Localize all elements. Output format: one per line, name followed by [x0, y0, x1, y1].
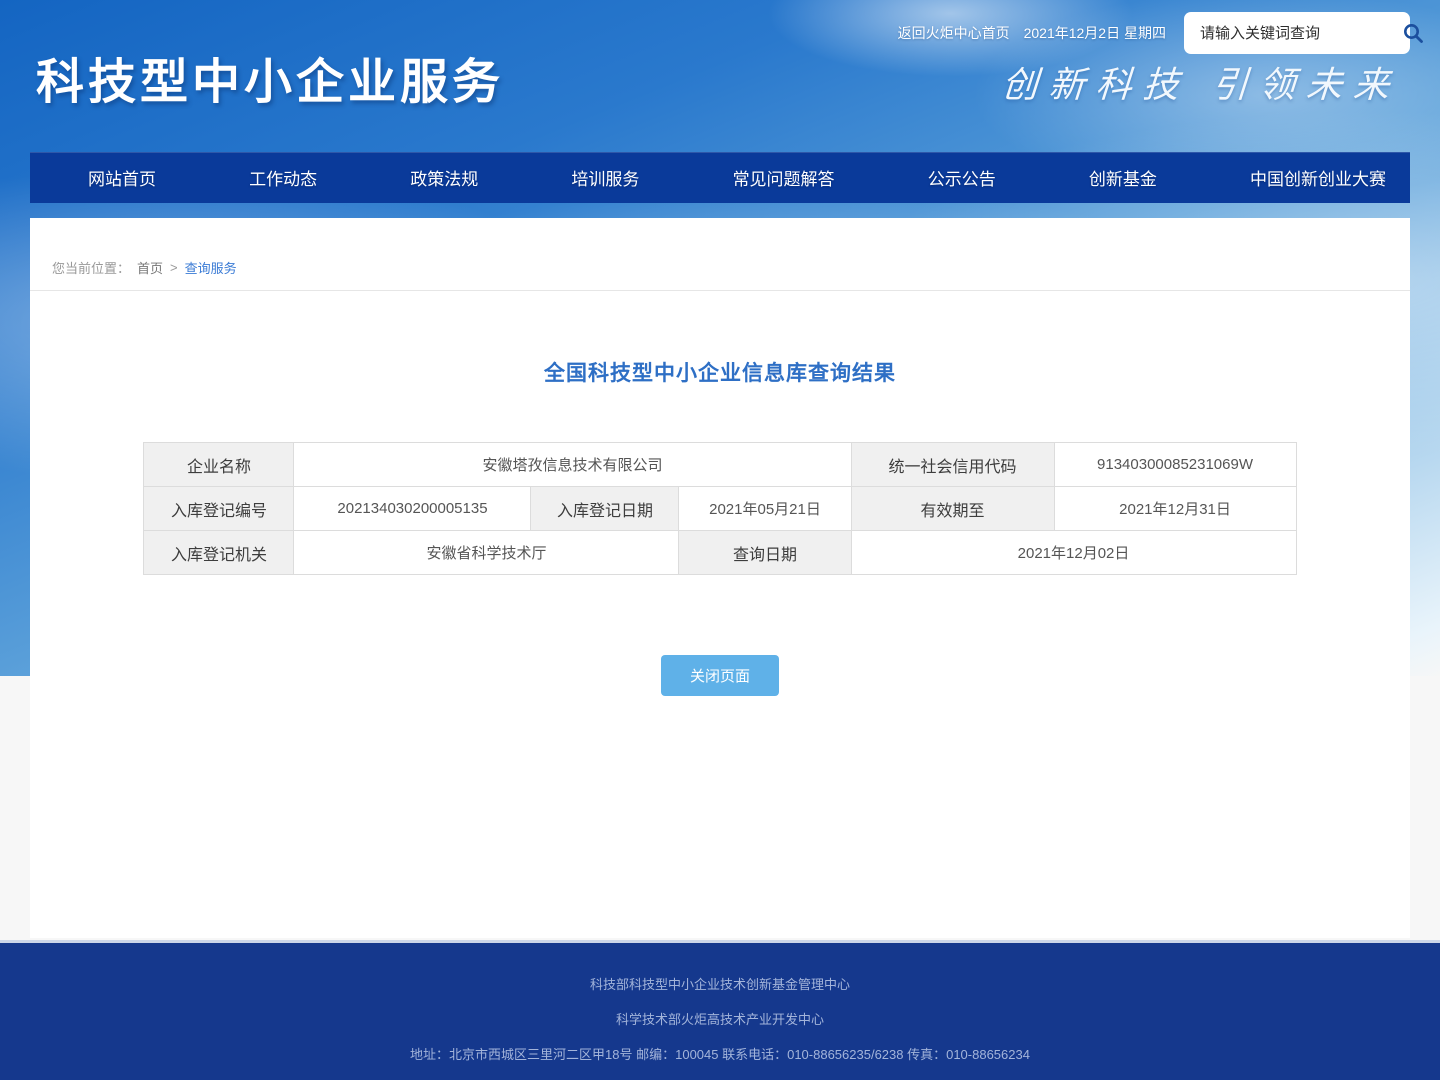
registration-number-label: 入库登记编号 [144, 487, 294, 531]
close-page-button[interactable]: 关闭页面 [661, 655, 779, 696]
table-row-authority: 入库登记机关 安徽省科学技术厅 查询日期 2021年12月02日 [144, 531, 1296, 575]
nav-item-policies[interactable]: 政策法规 [398, 165, 490, 190]
breadcrumb-current-link[interactable]: 查询服务 [185, 258, 237, 277]
top-links: 返回火炬中心首页 2021年12月2日 星期四 [898, 23, 1166, 43]
footer-org-line-2: 科学技术部火炬高技术产业开发中心 [0, 1009, 1440, 1028]
table-row-registration: 入库登记编号 202134030200005135 入库登记日期 2021年05… [144, 487, 1296, 531]
current-date: 2021年12月2日 星期四 [1024, 23, 1166, 43]
company-name-label: 企业名称 [144, 443, 294, 487]
registration-date-value: 2021年05月21日 [679, 487, 851, 531]
nav-item-home[interactable]: 网站首页 [76, 165, 168, 190]
footer-contact-line: 地址：北京市西城区三里河二区甲18号 邮编：100045 联系电话：010-88… [0, 1044, 1440, 1063]
main-navigation: 网站首页 工作动态 政策法规 培训服务 常见问题解答 公示公告 创新基金 中国创… [30, 152, 1410, 203]
registration-date-label: 入库登记日期 [531, 487, 679, 531]
magnifier-icon[interactable] [1401, 18, 1425, 48]
credit-code-label: 统一社会信用代码 [851, 443, 1054, 487]
query-result-table: 企业名称 安徽塔孜信息技术有限公司 统一社会信用代码 9134030008523… [143, 442, 1296, 575]
page: 科技型中小企业服务 返回火炬中心首页 2021年12月2日 星期四 [0, 0, 1440, 1080]
query-date-label: 查询日期 [679, 531, 851, 575]
breadcrumb: 您当前位置： 首页 > 查询服务 [30, 218, 1410, 291]
nav-item-announcements[interactable]: 公示公告 [916, 165, 1008, 190]
valid-until-value: 2021年12月31日 [1054, 487, 1296, 531]
nav-item-competition[interactable]: 中国创新创业大赛 [1238, 165, 1398, 190]
company-name-value: 安徽塔孜信息技术有限公司 [294, 443, 851, 487]
registration-number-value: 202134030200005135 [294, 487, 531, 531]
credit-code-value: 91340300085231069W [1054, 443, 1296, 487]
site-header: 科技型中小企业服务 返回火炬中心首页 2021年12月2日 星期四 [30, 0, 1410, 152]
breadcrumb-separator: > [170, 260, 178, 275]
content-panel: 您当前位置： 首页 > 查询服务 全国科技型中小企业信息库查询结果 企业名称 安… [30, 218, 1410, 938]
table-row-company: 企业名称 安徽塔孜信息技术有限公司 统一社会信用代码 9134030008523… [144, 443, 1296, 487]
registration-authority-value: 安徽省科学技术厅 [294, 531, 679, 575]
top-bar: 返回火炬中心首页 2021年12月2日 星期四 [898, 12, 1410, 54]
breadcrumb-home-link[interactable]: 首页 [137, 258, 163, 277]
back-to-torch-center-link[interactable]: 返回火炬中心首页 [898, 23, 1010, 43]
valid-until-label: 有效期至 [851, 487, 1054, 531]
nav-item-faq[interactable]: 常见问题解答 [721, 165, 847, 190]
page-title: 全国科技型中小企业信息库查询结果 [30, 357, 1410, 387]
search-input[interactable] [1198, 24, 1401, 43]
site-footer: 科技部科技型中小企业技术创新基金管理中心 科学技术部火炬高技术产业开发中心 地址… [0, 940, 1440, 1080]
registration-authority-label: 入库登记机关 [144, 531, 294, 575]
nav-item-work-news[interactable]: 工作动态 [237, 165, 329, 190]
slogan-text: 创新科技 引领未来 [1000, 56, 1402, 108]
search-box [1184, 12, 1410, 54]
site-logo[interactable]: 科技型中小企业服务 [36, 42, 504, 112]
breadcrumb-prefix: 您当前位置： [52, 258, 130, 277]
query-date-value: 2021年12月02日 [851, 531, 1296, 575]
footer-org-line-1: 科技部科技型中小企业技术创新基金管理中心 [0, 974, 1440, 993]
nav-item-training[interactable]: 培训服务 [559, 165, 651, 190]
nav-item-innovation-fund[interactable]: 创新基金 [1077, 165, 1169, 190]
